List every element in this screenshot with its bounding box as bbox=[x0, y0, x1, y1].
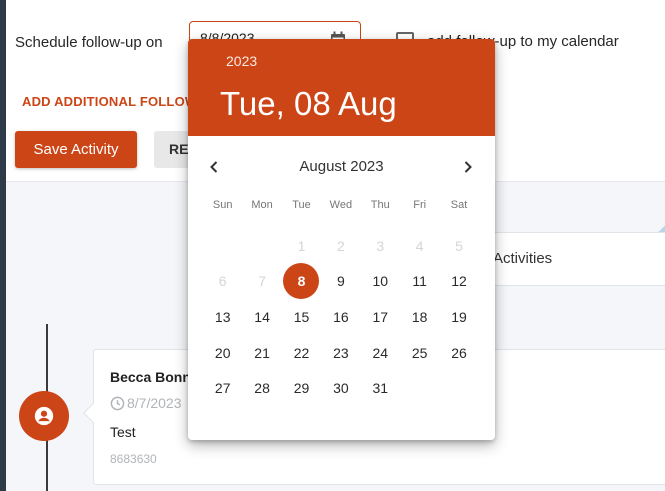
calendar-day: 6 bbox=[203, 264, 242, 300]
calendar-day[interactable]: 25 bbox=[400, 335, 439, 371]
day-number: 9 bbox=[336, 273, 345, 290]
day-number: 30 bbox=[333, 380, 349, 397]
calendar-day: 4 bbox=[400, 228, 439, 264]
add-additional-follow-up-link[interactable]: ADD ADDITIONAL FOLLOW bbox=[22, 94, 197, 109]
calendar-day[interactable]: 31 bbox=[361, 370, 400, 406]
calendar-day[interactable]: 15 bbox=[282, 299, 321, 335]
calendar-day[interactable]: 24 bbox=[361, 335, 400, 371]
calendar-day: 1 bbox=[282, 228, 321, 264]
calendar-day: 3 bbox=[361, 228, 400, 264]
clock-icon bbox=[110, 396, 125, 410]
calendar-day: 7 bbox=[242, 264, 281, 300]
calendar-week: 27 28 29 30 31 bbox=[203, 370, 493, 406]
day-number: 17 bbox=[372, 308, 389, 325]
day-number: 27 bbox=[214, 380, 231, 397]
day-number: 21 bbox=[254, 344, 270, 361]
day-number: 16 bbox=[333, 308, 349, 325]
calendar-week: 20 21 22 23 24 25 26 bbox=[203, 335, 493, 371]
activities-label: Activities bbox=[493, 250, 553, 267]
day-number: 8 bbox=[283, 263, 320, 300]
calendar-day[interactable]: 30 bbox=[321, 370, 360, 406]
day-number: 14 bbox=[254, 308, 270, 325]
day-number: 24 bbox=[372, 344, 389, 361]
day-number: 25 bbox=[411, 344, 428, 361]
day-number: 3 bbox=[376, 237, 385, 254]
schedule-label: Schedule follow-up on bbox=[15, 34, 163, 51]
day-number: 23 bbox=[333, 344, 349, 361]
day-number: 1 bbox=[297, 237, 306, 254]
day-number: 31 bbox=[372, 380, 389, 397]
weekday-label: Mon bbox=[251, 199, 273, 211]
calendar-day[interactable]: 28 bbox=[242, 370, 281, 406]
day-number: 13 bbox=[214, 308, 231, 325]
day-number: 19 bbox=[451, 308, 467, 325]
weekday-label: Sun bbox=[212, 199, 233, 211]
calendar-day[interactable]: 26 bbox=[439, 335, 478, 371]
calendar-day[interactable]: 13 bbox=[203, 299, 242, 335]
weekday-label: Wed bbox=[329, 199, 353, 211]
calendar-day: 2 bbox=[321, 228, 360, 264]
day-number: 22 bbox=[293, 344, 310, 361]
calendar-week: 6 7 8 9 10 11 12 bbox=[203, 263, 493, 300]
day-number: 10 bbox=[372, 273, 389, 290]
picker-selected-date: Tue, 08 Aug bbox=[220, 85, 397, 122]
calendar-day[interactable]: 18 bbox=[400, 299, 439, 335]
calendar-day[interactable]: 14 bbox=[242, 299, 281, 335]
day-number: 18 bbox=[411, 308, 428, 325]
calendar-day[interactable]: 27 bbox=[203, 370, 242, 406]
day-number: 2 bbox=[336, 237, 345, 254]
picker-year[interactable]: 2023 bbox=[226, 53, 257, 69]
weekday-label: Thu bbox=[370, 199, 390, 211]
entry-date: 8/7/2023 bbox=[110, 395, 182, 411]
day-number: 20 bbox=[214, 344, 231, 361]
calendar-day[interactable]: 20 bbox=[203, 335, 242, 371]
weekday-label: Fri bbox=[413, 199, 427, 211]
calendar-day: 5 bbox=[439, 228, 478, 264]
calendar-week: 13 14 15 16 17 18 19 bbox=[203, 299, 493, 335]
calendar-week: 1 2 3 4 5 bbox=[203, 228, 493, 264]
calendar-day[interactable]: 17 bbox=[361, 299, 400, 335]
avatar bbox=[19, 391, 69, 441]
calendar-day[interactable]: 19 bbox=[439, 299, 478, 335]
entry-note: Test bbox=[110, 424, 136, 440]
day-number: 6 bbox=[218, 273, 227, 290]
calendar-day[interactable]: 16 bbox=[321, 299, 360, 335]
date-picker: 2023 Tue, 08 Aug August 2023 Sun Mon Tue… bbox=[188, 39, 495, 440]
day-number: 7 bbox=[258, 273, 266, 290]
day-number: 26 bbox=[451, 344, 467, 361]
day-number: 5 bbox=[455, 237, 463, 254]
save-activity-button[interactable]: Save Activity bbox=[15, 131, 137, 168]
day-grid: 1 2 3 4 5 6 7 8 9 10 11 12 13 14 15 16 17 18 19 20 21 22 23 24 2… bbox=[203, 228, 493, 406]
calendar-day[interactable]: 12 bbox=[439, 264, 478, 300]
day-number: 15 bbox=[293, 308, 310, 325]
entry-date-text: 8/7/2023 bbox=[127, 395, 182, 411]
calendar-day[interactable]: 10 bbox=[361, 264, 400, 300]
weekday-header: Sun Mon Tue Wed Thu Fri Sat bbox=[203, 199, 493, 211]
calendar-day[interactable]: 23 bbox=[321, 335, 360, 371]
calendar-day-selected[interactable]: 8 bbox=[282, 263, 321, 300]
weekday-label: Tue bbox=[292, 199, 311, 211]
calendar-day[interactable]: 29 bbox=[282, 370, 321, 406]
calendar-day[interactable]: 22 bbox=[282, 335, 321, 371]
weekday-label: Sat bbox=[450, 199, 468, 211]
calendar-day[interactable]: 11 bbox=[400, 264, 439, 300]
user-icon bbox=[34, 406, 54, 426]
next-month-icon[interactable] bbox=[458, 157, 478, 177]
date-picker-header: 2023 Tue, 08 Aug bbox=[188, 39, 495, 136]
day-number: 4 bbox=[415, 237, 424, 254]
month-label: August 2023 bbox=[299, 158, 384, 175]
entry-id: 8683630 bbox=[110, 452, 157, 466]
day-number: 29 bbox=[293, 380, 310, 397]
calendar-day[interactable]: 21 bbox=[242, 335, 281, 371]
day-number: 11 bbox=[412, 273, 427, 290]
day-number: 28 bbox=[254, 380, 270, 397]
calendar-day[interactable]: 9 bbox=[321, 264, 360, 300]
day-number: 12 bbox=[451, 273, 467, 290]
